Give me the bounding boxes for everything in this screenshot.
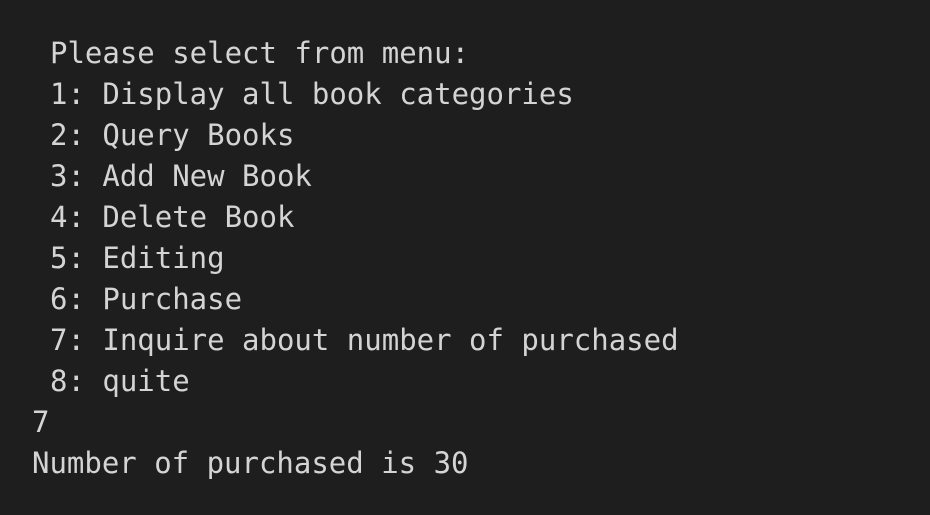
menu-item-display-categories: 1: Display all book categories xyxy=(50,77,574,111)
menu-item-delete-book: 4: Delete Book xyxy=(50,200,295,234)
terminal-output[interactable]: Please select from menu: 1: Display all … xyxy=(0,0,930,515)
menu-item-inquire-purchased: 7: Inquire about number of purchased xyxy=(50,323,679,357)
menu-prompt: Please select from menu: xyxy=(50,36,470,70)
menu-item-add-book: 3: Add New Book xyxy=(50,159,312,193)
user-input-line: 7 xyxy=(32,405,50,439)
menu-item-editing: 5: Editing xyxy=(50,241,225,275)
menu-item-purchase: 6: Purchase xyxy=(50,282,243,316)
result-output: Number of purchased is 30 xyxy=(32,446,469,480)
menu-item-query-books: 2: Query Books xyxy=(50,118,295,152)
menu-item-quit: 8: quite xyxy=(50,364,190,398)
